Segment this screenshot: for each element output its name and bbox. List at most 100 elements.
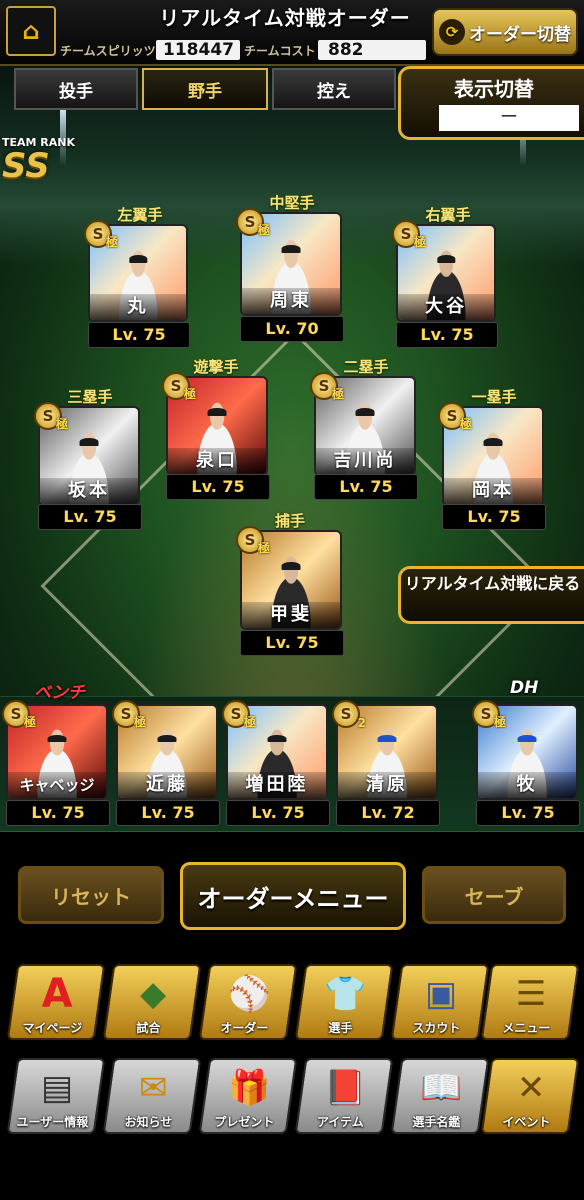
rarity-badge-icon: S極	[222, 700, 256, 729]
nav-mypage[interactable]: A マイページ	[6, 964, 106, 1040]
rarity-badge-icon: S極	[236, 208, 270, 237]
nav-scout[interactable]: ▣ スカウト	[390, 964, 490, 1040]
nav-label: スカウト	[412, 1021, 461, 1035]
nav-event[interactable]: ✕ イベント	[480, 1058, 580, 1134]
rarity-badge-icon: S極	[310, 372, 344, 401]
order-switch-label: オーダー切替	[469, 24, 571, 45]
player-name: 泉口	[168, 448, 266, 474]
nav-present[interactable]: 🎁 プレゼント	[198, 1058, 298, 1134]
player-name: 大谷	[398, 294, 494, 320]
player-name: 増田陸	[228, 772, 326, 798]
order-menu-button[interactable]: オーダーメニュー	[180, 862, 406, 930]
nav-label: イベント	[502, 1115, 551, 1129]
tab-label: 野手	[188, 81, 222, 102]
order-field-icon: ⚾	[227, 974, 271, 1014]
player-name: 牧	[478, 772, 576, 798]
user-info-icon: ▤	[41, 1068, 74, 1108]
scout-icon: ▣	[425, 974, 458, 1014]
tab-fielder[interactable]: 野手	[142, 68, 268, 110]
bench-label: ベンチ	[34, 683, 85, 703]
back-to-realtime-button[interactable]: リアルタイム対戦に戻る	[398, 566, 584, 624]
mypage-icon: A	[41, 971, 73, 1017]
nav-label: ユーザー情報	[16, 1115, 89, 1129]
rarity-badge-icon: S極	[84, 220, 118, 249]
dh-label: DH	[510, 678, 539, 698]
player-name: 丸	[90, 294, 186, 320]
reset-button[interactable]: リセット	[18, 866, 164, 924]
nav-players[interactable]: 👕 選手	[294, 964, 394, 1040]
order-switch-button[interactable]: ⟳ オーダー切替	[432, 8, 578, 56]
nav-order[interactable]: ⚾ オーダー	[198, 964, 298, 1040]
nav-label: オーダー	[220, 1021, 269, 1035]
tab-label: 投手	[59, 81, 93, 102]
player-level: Lv. 75	[476, 800, 580, 826]
nav-items[interactable]: 📕 アイテム	[294, 1058, 394, 1134]
nav-label: アイテム	[317, 1115, 364, 1129]
player-level: Lv. 70	[240, 316, 344, 342]
rarity-badge-icon: S極	[438, 402, 472, 431]
nav-label: 選手名鑑	[412, 1115, 461, 1129]
stadium-icon: ◆	[140, 974, 167, 1014]
display-switch-button[interactable]: 表示切替 ー	[398, 66, 584, 140]
player-name: キャベッジ	[8, 772, 106, 798]
rarity-badge-icon: S極	[472, 700, 506, 729]
team-logo-icon: ⌂	[6, 6, 56, 56]
menu-icon: ☰	[515, 974, 547, 1014]
nav-label: お知らせ	[124, 1115, 173, 1129]
directory-icon: 📖	[419, 1068, 463, 1108]
tab-pitcher[interactable]: 投手	[14, 68, 138, 110]
reset-label: リセット	[51, 884, 131, 909]
page-title: リアルタイム対戦オーダー	[159, 6, 411, 30]
nav-label: 選手	[328, 1021, 353, 1035]
player-icon: 👕	[323, 974, 367, 1014]
nav-label: メニュー	[502, 1021, 551, 1035]
team-cost-label: チームコスト	[244, 44, 316, 58]
team-rank-value: SS	[2, 146, 50, 186]
header-bar: ⌂ リアルタイム対戦オーダー チームスピリッツ 118447 チームコスト 88…	[0, 0, 584, 66]
player-level: Lv. 75	[38, 504, 142, 530]
item-book-icon: 📕	[323, 1068, 367, 1108]
switch-arrows-icon: ⟳	[439, 19, 465, 45]
nav-user-info[interactable]: ▤ ユーザー情報	[6, 1058, 106, 1134]
rarity-badge-icon: S2	[332, 700, 366, 730]
player-name: 清原	[338, 772, 436, 798]
player-level: Lv. 75	[240, 630, 344, 656]
order-menu-label: オーダーメニュー	[197, 884, 389, 913]
save-label: セーブ	[464, 884, 524, 909]
player-level: Lv. 75	[6, 800, 110, 826]
display-switch-value: ー	[439, 105, 579, 131]
team-cost-value: 882	[318, 40, 426, 60]
rarity-badge-icon: S極	[34, 402, 68, 431]
nav-label: プレゼント	[214, 1115, 275, 1129]
player-name: 近藤	[118, 772, 216, 798]
player-name: 岡本	[444, 478, 542, 504]
nav-label: マイページ	[22, 1021, 83, 1035]
nav-player-directory[interactable]: 📖 選手名鑑	[390, 1058, 490, 1134]
save-button[interactable]: セーブ	[422, 866, 566, 924]
player-level: Lv. 72	[336, 800, 440, 826]
rarity-badge-icon: S極	[236, 526, 270, 555]
player-level: Lv. 75	[226, 800, 330, 826]
player-level: Lv. 75	[442, 504, 546, 530]
tab-label: 控え	[317, 81, 351, 102]
nav-match[interactable]: ◆ 試合	[102, 964, 202, 1040]
tab-reserve[interactable]: 控え	[272, 68, 396, 110]
player-level: Lv. 75	[88, 322, 190, 348]
player-name: 甲斐	[242, 602, 340, 628]
nav-menu[interactable]: ☰ メニュー	[480, 964, 580, 1040]
news-icon: ✉	[138, 1068, 168, 1108]
rarity-badge-icon: S極	[2, 700, 36, 729]
team-spirit-value: 118447	[156, 40, 240, 60]
team-rank: TEAM RANK SS	[2, 136, 82, 183]
nav-news[interactable]: ✉ お知らせ	[102, 1058, 202, 1134]
player-level: Lv. 75	[314, 474, 418, 500]
player-level: Lv. 75	[116, 800, 220, 826]
player-level: Lv. 75	[166, 474, 270, 500]
player-level: Lv. 75	[396, 322, 498, 348]
player-name: 坂本	[40, 478, 138, 504]
player-name: 吉川尚	[316, 448, 414, 474]
gift-icon: 🎁	[227, 1068, 271, 1108]
rarity-badge-icon: S極	[112, 700, 146, 729]
back-to-realtime-label: リアルタイム対戦に戻る	[404, 574, 581, 593]
nav-label: 試合	[136, 1021, 161, 1035]
